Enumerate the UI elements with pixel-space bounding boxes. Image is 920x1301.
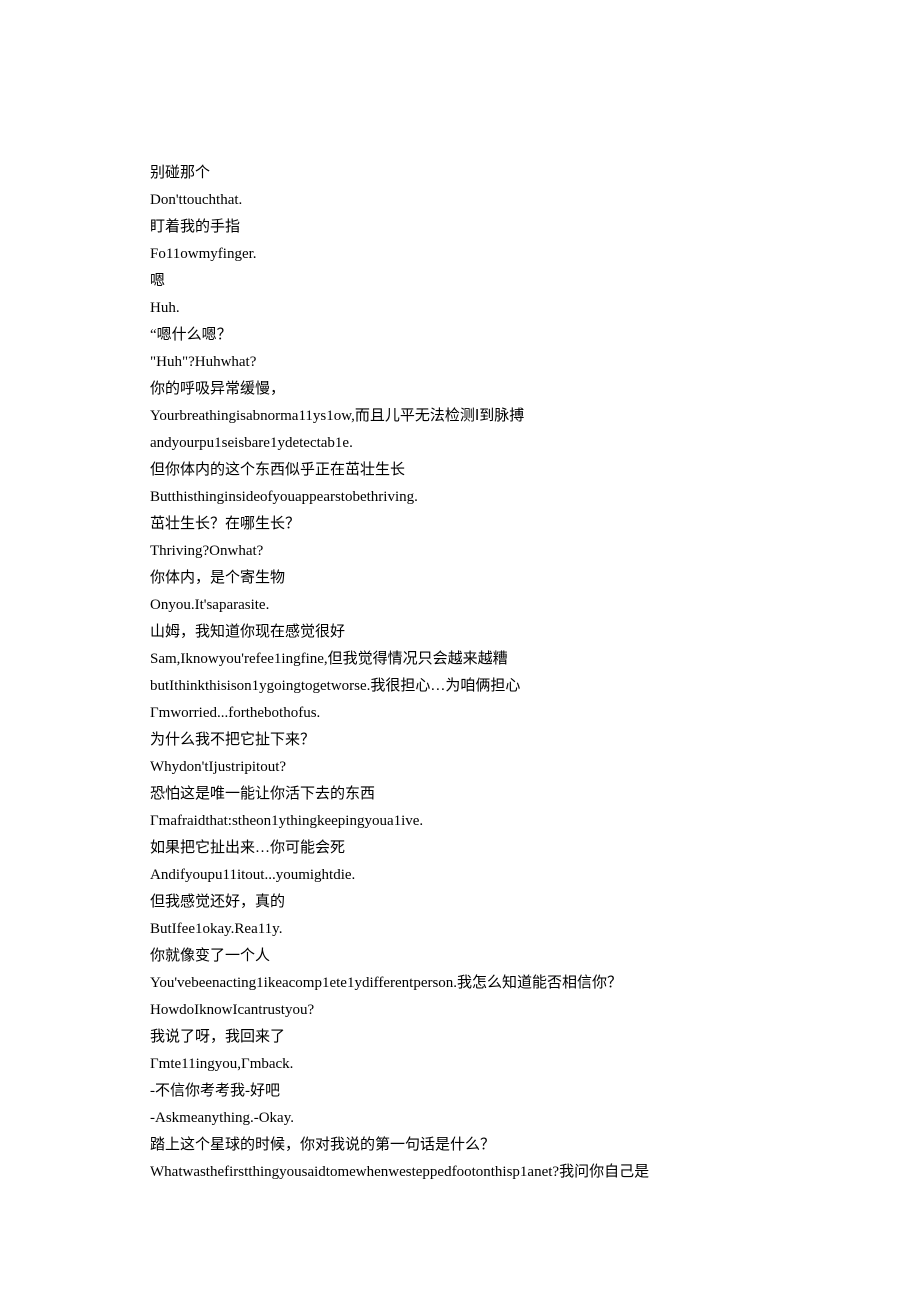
document-page: 别碰那个Don'ttouchthat.盯着我的手指Fo11owmyfinger.… [0,0,920,1286]
text-line: Thriving?Onwhat? [150,538,770,565]
text-line: Butthisthinginsideofyouappearstobethrivi… [150,484,770,511]
text-line: 我说了呀，我回来了 [150,1024,770,1051]
text-line: 但你体内的这个东西似乎正在茁壮生长 [150,457,770,484]
text-line: Γmworried...forthebothofus. [150,700,770,727]
text-line: Yourbreathingisabnorma11ys1ow,而且儿平无法检测Ⅰ到… [150,403,770,430]
text-line: 山姆，我知道你现在感觉很好 [150,619,770,646]
text-line: 盯着我的手指 [150,214,770,241]
text-line: 为什么我不把它扯下来？ [150,727,770,754]
text-line: HowdoIknowIcantrustyou? [150,997,770,1024]
document-body: 别碰那个Don'ttouchthat.盯着我的手指Fo11owmyfinger.… [150,160,770,1186]
text-line: 但我感觉还好，真的 [150,889,770,916]
text-line: “嗯什么嗯？ [150,322,770,349]
text-line: 你体内，是个寄生物 [150,565,770,592]
text-line: Γmafraidthat:stheon1ythingkeepingyoua1iv… [150,808,770,835]
text-line: 别碰那个 [150,160,770,187]
text-line: -Askmeanything.-Okay. [150,1105,770,1132]
text-line: You'vebeenacting1ikeacomp1ete1ydifferent… [150,970,770,997]
text-line: butIthinkthisison1ygoingtogetworse.我很担心…… [150,673,770,700]
text-line: 茁壮生长？在哪生长？ [150,511,770,538]
text-line: "Huh"?Huhwhat? [150,349,770,376]
text-line: Whatwasthefirstthingyousaidtomewhenweste… [150,1159,770,1186]
text-line: Sam,Iknowyou'refee1ingfine,但我觉得情况只会越来越糟 [150,646,770,673]
text-line: Whydon'tIjustripitout? [150,754,770,781]
text-line: 踏上这个星球的时候，你对我说的第一句话是什么？ [150,1132,770,1159]
text-line: Fo11owmyfinger. [150,241,770,268]
text-line: -不信你考考我-好吧 [150,1078,770,1105]
text-line: andyourpu1seisbare1ydetectab1e. [150,430,770,457]
text-line: Andifyoupu11itout...youmightdie. [150,862,770,889]
text-line: Don'ttouchthat. [150,187,770,214]
text-line: 你就像变了一个人 [150,943,770,970]
text-line: 嗯 [150,268,770,295]
text-line: ButIfee1okay.Rea11y. [150,916,770,943]
text-line: Huh. [150,295,770,322]
text-line: 你的呼吸异常缓慢， [150,376,770,403]
text-line: Γmte11ingyou,Γmback. [150,1051,770,1078]
text-line: 恐怕这是唯一能让你活下去的东西 [150,781,770,808]
text-line: Onyou.It'saparasite. [150,592,770,619]
text-line: 如果把它扯出来…你可能会死 [150,835,770,862]
